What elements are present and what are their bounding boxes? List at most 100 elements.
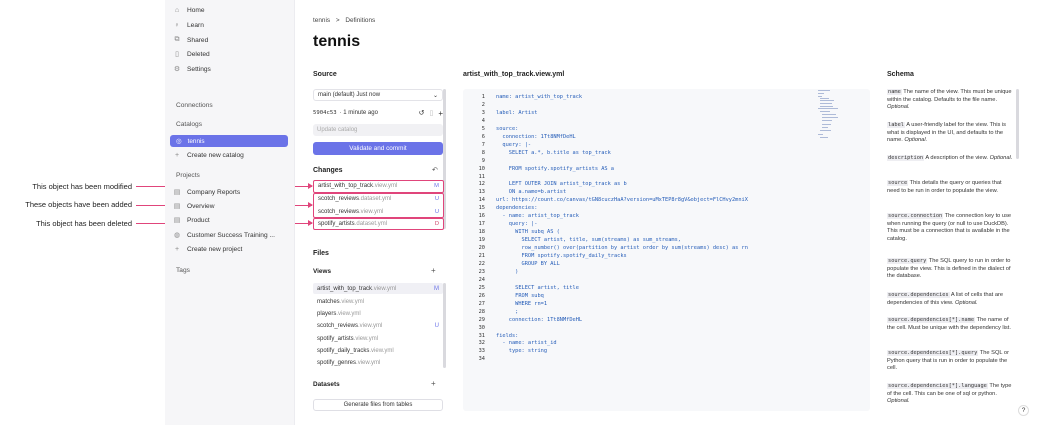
line-number: 25 — [478, 284, 485, 291]
code-line: FROM subq — [496, 292, 544, 299]
branch-select[interactable]: main (default) Just now ⌄ — [313, 89, 443, 101]
branch-value: main (default) Just now — [318, 92, 381, 98]
code-line: query: |- — [496, 141, 532, 148]
commit-hash: 5904c53 — [313, 110, 337, 116]
connections-label[interactable]: Connections — [176, 102, 213, 109]
schema-item: source.dependencies A list of cells that… — [887, 292, 1015, 307]
create-project-button[interactable]: + Create new project — [173, 243, 242, 255]
help-button[interactable]: ? — [1018, 405, 1029, 416]
schema-item: source.dependencies[*].language The type… — [887, 383, 1015, 411]
code-line: GROUP BY ALL — [496, 260, 560, 267]
nav-home[interactable]: ⌂ Home — [173, 4, 205, 16]
catalog-item-label: tennis — [187, 137, 205, 145]
line-number: 18 — [478, 229, 485, 236]
code-line: ON a.name=b.artist — [496, 189, 567, 196]
line-number: 19 — [478, 237, 485, 244]
changes-heading: Changes — [313, 167, 343, 174]
views-heading: Views — [313, 268, 332, 275]
page: This object has been modified These obje… — [0, 0, 1038, 425]
schema-item: source.query The SQL query to run in ord… — [887, 258, 1015, 281]
file-ext: .view.yml — [353, 335, 379, 342]
file-name: players — [317, 310, 337, 317]
file-name: spotify_daily_tracks — [317, 347, 370, 354]
breadcrumb-root[interactable]: tennis — [313, 17, 330, 24]
revert-icon[interactable]: ↶ — [432, 166, 438, 174]
schema-key: source.connection — [887, 213, 944, 219]
project-label: Company Reports — [187, 188, 241, 196]
validate-commit-button[interactable]: Validate and commit — [313, 142, 443, 155]
nav-learn[interactable]: ♀ Learn — [173, 19, 204, 31]
nav-deleted[interactable]: ▯ Deleted — [173, 48, 210, 60]
code-line: SELECT a.*, b.title as top_track — [496, 149, 611, 156]
code-editor[interactable]: 1 name: artist_with_top_track 2 3 label: Art… — [463, 89, 870, 411]
schema-key: source.dependencies[*].name — [887, 317, 976, 323]
schema-key: source.dependencies[*].query — [887, 350, 979, 356]
schema-key: source — [887, 180, 909, 186]
schema-item: source This details the query or queries… — [887, 180, 1015, 195]
schema-key: source.dependencies — [887, 292, 950, 298]
line-number: 27 — [478, 300, 485, 307]
canvas-icon: ▤ — [173, 203, 181, 210]
code-line: - name: artist_top_track — [496, 213, 579, 220]
nav-learn-label: Learn — [187, 21, 204, 29]
line-number: 5 — [481, 125, 485, 132]
nav-home-label: Home — [187, 6, 205, 14]
schema-scrollbar[interactable] — [1016, 89, 1019, 159]
code-line: FROM spotify.spotify_artists AS a — [496, 165, 614, 172]
file-name: scotch_reviews — [317, 322, 359, 329]
project-item[interactable]: ▤ Product — [173, 214, 210, 226]
generate-files-button[interactable]: Generate files from tables — [313, 399, 443, 411]
project-item[interactable]: ◍ Customer Success Training ... — [173, 229, 275, 241]
status-badge: M — [434, 285, 439, 292]
code-line: query: |- — [496, 221, 538, 228]
code-line: dependencies: — [496, 205, 538, 212]
status-badge: U — [434, 322, 439, 329]
nav-settings[interactable]: ⚙ Settings — [173, 63, 211, 75]
home-icon: ⌂ — [174, 6, 180, 14]
chevron-down-icon: ⌄ — [432, 92, 438, 99]
line-number: 23 — [478, 268, 485, 275]
file-item[interactable]: players.view.yml — [313, 308, 443, 319]
catalogs-label: Catalogs — [176, 121, 203, 128]
add-view-icon[interactable]: + — [431, 266, 436, 275]
update-catalog-input[interactable]: Update catalog — [313, 124, 443, 136]
line-number: 32 — [478, 340, 485, 347]
added-highlight — [313, 193, 444, 218]
schema-note: Optional. — [989, 155, 1013, 161]
code-line: WITH subq AS ( — [496, 229, 560, 236]
line-number: 10 — [478, 165, 485, 172]
project-item[interactable]: ▤ Company Reports — [173, 186, 240, 198]
file-item[interactable]: matches.view.yml — [313, 296, 443, 307]
schema-key: name — [887, 89, 902, 95]
create-catalog-button[interactable]: + Create new catalog — [173, 149, 244, 161]
line-number: 17 — [478, 221, 485, 228]
history-icon[interactable]: ↺ — [419, 109, 425, 117]
editor-minimap[interactable] — [818, 89, 838, 159]
line-number: 26 — [478, 292, 485, 299]
line-number: 7 — [481, 141, 485, 148]
file-item[interactable]: spotify_genres.view.yml — [313, 357, 443, 368]
database-icon: ◎ — [176, 138, 182, 145]
nav-shared-label: Shared — [187, 36, 209, 44]
training-icon: ◍ — [173, 232, 181, 239]
add-dataset-icon[interactable]: + — [431, 379, 436, 388]
delete-icon[interactable]: ▯ — [429, 109, 433, 117]
schema-item: source.connection The connection key to … — [887, 213, 1015, 243]
line-number: 28 — [478, 308, 485, 315]
files-scrollbar[interactable] — [443, 283, 446, 368]
schema-item: description A description of the view. O… — [887, 155, 1015, 163]
file-item[interactable]: spotify_daily_tracks.view.yml — [313, 345, 443, 356]
schema-note: Optional. — [904, 137, 928, 144]
file-item[interactable]: artist_with_top_track.view.yml M — [313, 283, 443, 294]
annotation-modified: This object has been modified — [32, 182, 132, 191]
file-item[interactable]: spotify_artists.view.yml — [313, 333, 443, 344]
project-label: Customer Success Training ... — [187, 231, 275, 239]
line-number: 33 — [478, 348, 485, 355]
project-item[interactable]: ▤ Overview — [173, 200, 215, 212]
files-heading: Files — [313, 250, 329, 257]
file-item[interactable]: scotch_reviews.view.yml U — [313, 320, 443, 331]
nav-shared[interactable]: ⧉ Shared — [173, 34, 209, 46]
catalog-item-tennis[interactable]: ◎ tennis — [170, 135, 288, 147]
line-number: 9 — [481, 157, 485, 164]
schema-note: Optional. — [887, 104, 910, 111]
